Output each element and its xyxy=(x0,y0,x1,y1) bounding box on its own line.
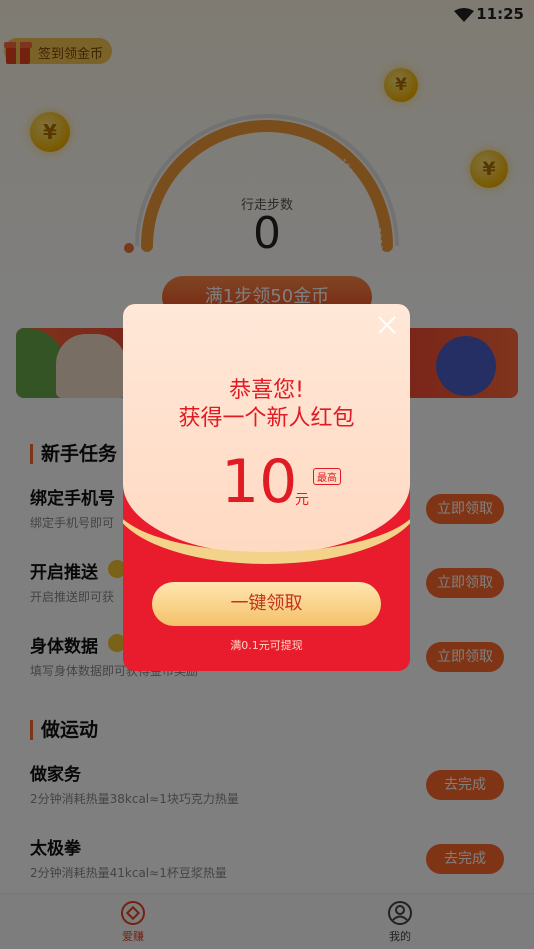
packet-unit: 元 xyxy=(295,492,309,508)
modal-subtitle: 获得一个新人红包 xyxy=(178,406,355,431)
packet-amount: 10 xyxy=(221,447,298,517)
max-badge: 最高 xyxy=(313,468,341,485)
one-click-claim-button[interactable]: 一键领取 xyxy=(152,582,381,626)
close-icon[interactable] xyxy=(376,314,398,336)
withdraw-note: 满0.1元可提现 xyxy=(230,639,303,652)
red-packet-modal: 恭喜您! 获得一个新人红包 10 最高 元 一键领取 满0.1元可提现 xyxy=(123,304,410,671)
